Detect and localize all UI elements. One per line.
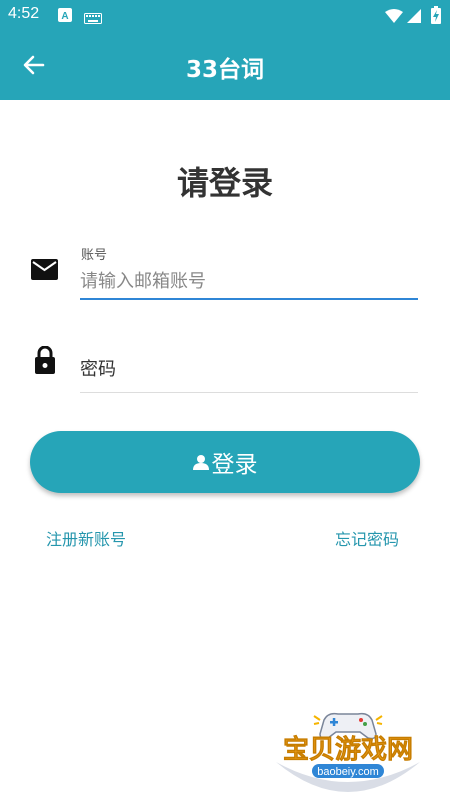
account-label: 账号 (81, 248, 108, 263)
password-input[interactable] (80, 346, 418, 393)
wifi-icon (385, 8, 403, 27)
svg-text:A: A (61, 11, 68, 22)
status-bar: 4:52 A (0, 0, 450, 30)
forgot-password-link[interactable]: 忘记密码 (335, 526, 399, 550)
user-icon (192, 450, 209, 476)
lock-icon (35, 345, 55, 378)
status-time: 4:52 (8, 5, 40, 22)
watermark-text: 宝贝游戏网 (283, 734, 413, 765)
login-button[interactable]: 登录 (30, 431, 420, 493)
page-title: 33台词 (185, 57, 264, 83)
app-bar: 33台词 (0, 30, 450, 100)
login-button-label: 登录 (211, 452, 258, 478)
register-link[interactable]: 注册新账号 (46, 526, 126, 550)
text-a-icon: A (58, 7, 72, 26)
battery-charging-icon (431, 6, 441, 28)
watermark: 宝贝游戏网 baobeiy.com (268, 702, 428, 798)
watermark-url: baobeiy.com (317, 766, 379, 778)
login-heading: 请登录 (176, 164, 273, 202)
cell-signal-icon (407, 8, 421, 27)
keyboard-icon (84, 9, 102, 28)
mail-icon (31, 259, 58, 284)
account-input[interactable] (80, 264, 418, 300)
